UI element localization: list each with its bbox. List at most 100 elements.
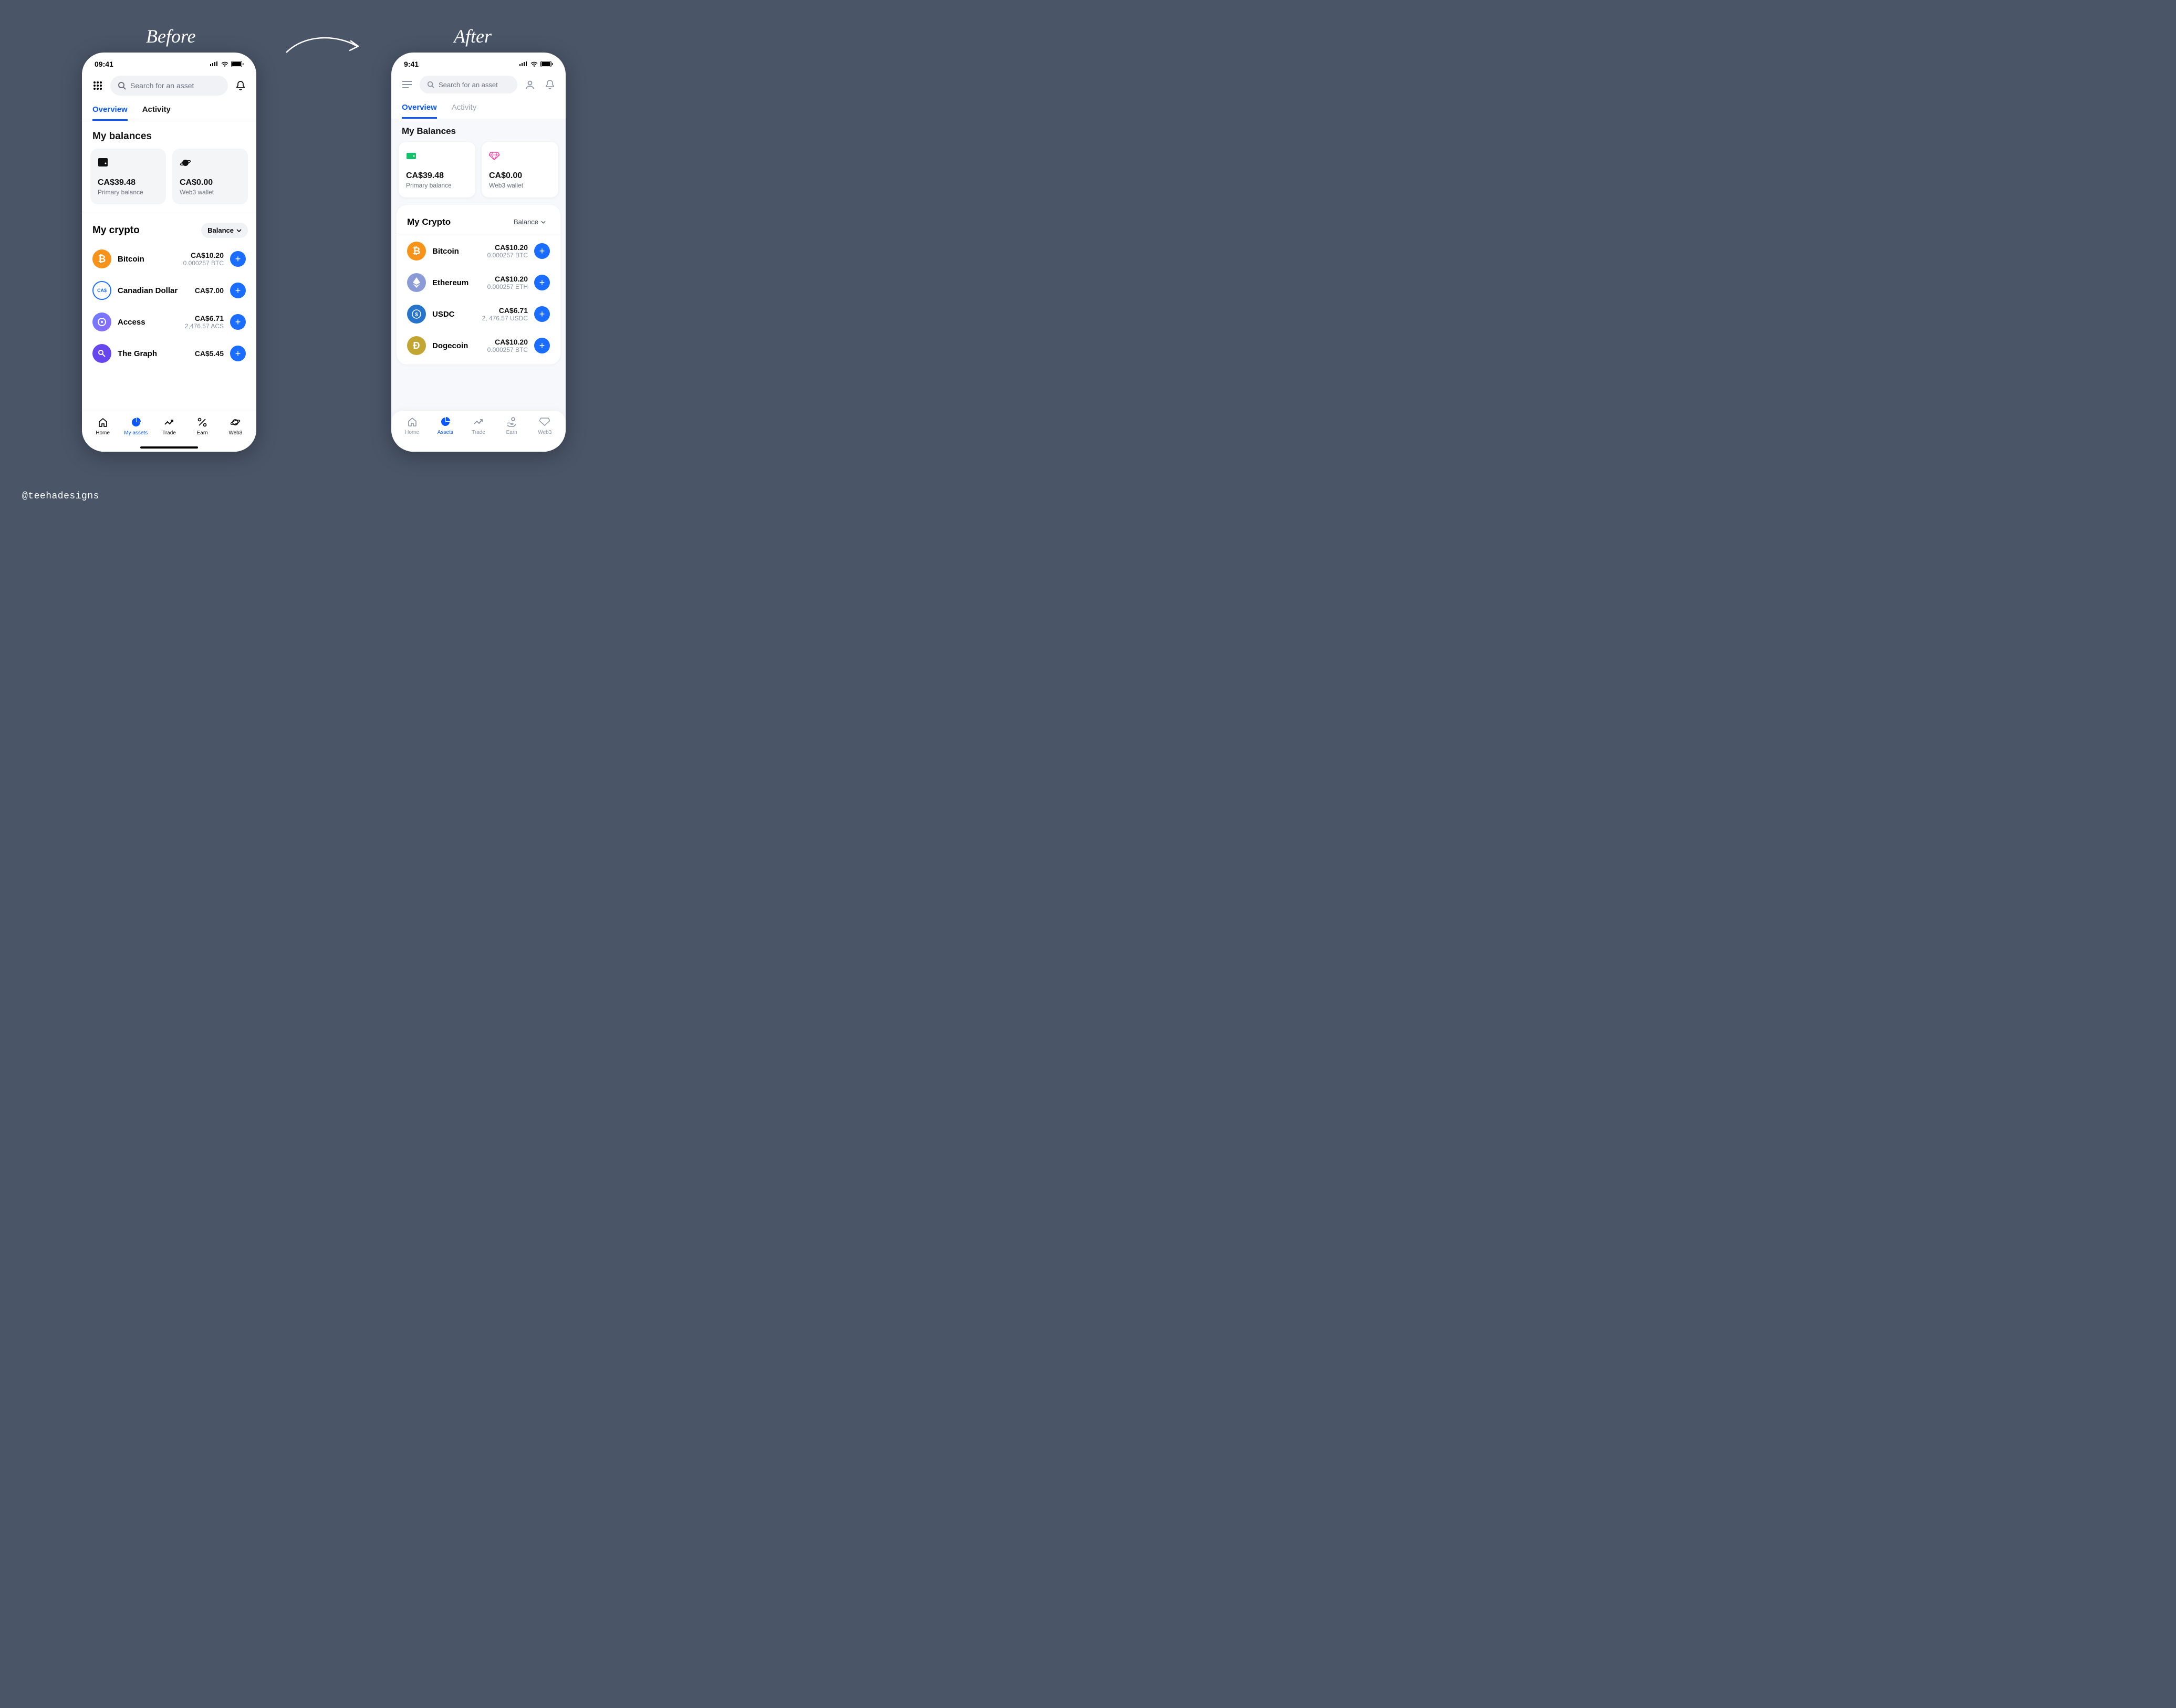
- asset-fiat: CA$10.20: [487, 275, 528, 283]
- status-icons: [210, 61, 244, 67]
- svg-text:$: $: [415, 312, 418, 318]
- status-icons: [519, 61, 553, 67]
- asset-fiat: CA$10.20: [183, 251, 224, 259]
- crypto-title: My Crypto: [407, 217, 451, 227]
- asset-sub: 2,476.57 ACS: [185, 322, 224, 330]
- nav-label: Trade: [472, 430, 485, 435]
- balance-dropdown-label: Balance: [514, 218, 538, 226]
- planet-icon: [230, 416, 241, 428]
- nav-home[interactable]: Home: [88, 416, 118, 452]
- hand-coin-icon: [506, 416, 517, 428]
- search-input[interactable]: Search for an asset: [420, 76, 517, 93]
- balance-card-primary[interactable]: CA$39.48 Primary balance: [90, 149, 166, 204]
- tabs: Overview Activity: [82, 100, 256, 121]
- hamburger-icon[interactable]: [400, 77, 414, 92]
- balance-amount: CA$0.00: [489, 171, 551, 181]
- nav-label: Earn: [197, 430, 208, 436]
- before-label: Before: [146, 25, 196, 47]
- asset-values: CA$5.45: [195, 349, 224, 358]
- add-button[interactable]: +: [230, 283, 246, 298]
- nav-label: Web3: [228, 430, 242, 436]
- asset-values: CA$7.00: [195, 286, 224, 295]
- tab-overview[interactable]: Overview: [92, 105, 128, 121]
- diamond-icon: [489, 150, 551, 162]
- nav-home[interactable]: Home: [398, 416, 427, 452]
- balance-amount: CA$39.48: [406, 171, 468, 181]
- nav-label: Assets: [438, 430, 453, 435]
- add-button[interactable]: +: [534, 338, 550, 353]
- asset-fiat: CA$10.20: [487, 243, 528, 252]
- search-icon: [427, 81, 434, 88]
- planet-icon: [180, 157, 241, 169]
- tab-activity[interactable]: Activity: [142, 105, 171, 121]
- bell-icon[interactable]: [543, 77, 557, 92]
- search-placeholder: Search for an asset: [439, 81, 498, 89]
- add-button[interactable]: +: [534, 243, 550, 259]
- asset-row-dogecoin[interactable]: Ð Dogecoin CA$10.20 0.000257 BTC +: [405, 330, 552, 361]
- crypto-header: My crypto Balance: [82, 213, 256, 243]
- bitcoin-icon: ₿: [407, 242, 426, 261]
- balance-card-web3[interactable]: CA$0.00 Web3 wallet: [482, 142, 558, 197]
- bottom-nav: Home My assets Trade Earn Web3: [82, 411, 256, 452]
- asset-sub: 0.000257 BTC: [487, 346, 528, 353]
- add-button[interactable]: +: [534, 306, 550, 322]
- asset-row-bitcoin[interactable]: ₿ Bitcoin CA$10.20 0.000257 BTC +: [405, 235, 552, 267]
- cad-icon: CA$: [92, 281, 111, 300]
- nav-assets[interactable]: Assets: [431, 416, 460, 452]
- tab-activity[interactable]: Activity: [452, 103, 477, 119]
- asset-row-bitcoin[interactable]: ₿ Bitcoin CA$10.20 0.000257 BTC +: [90, 243, 248, 275]
- balance-dropdown[interactable]: Balance: [201, 223, 248, 238]
- add-button[interactable]: +: [230, 314, 246, 330]
- balance-card-primary[interactable]: CA$39.48 Primary balance: [399, 142, 475, 197]
- credit-label: @teehadesigns: [22, 491, 99, 502]
- crypto-sheet: My Crypto Balance ₿ Bitcoin CA$10.20: [397, 205, 560, 364]
- asset-row-ethereum[interactable]: Ethereum CA$10.20 0.000257 ETH +: [405, 267, 552, 298]
- bottom-nav: Home Assets Trade Earn Web3: [391, 411, 566, 452]
- status-time: 9:41: [404, 60, 419, 68]
- grid-menu-icon[interactable]: [90, 78, 105, 93]
- add-button[interactable]: +: [230, 346, 246, 361]
- balance-card-web3[interactable]: CA$0.00 Web3 wallet: [172, 149, 248, 204]
- chevron-down-icon: [236, 229, 242, 232]
- balance-amount: CA$0.00: [180, 178, 241, 188]
- status-bar: 9:41: [391, 53, 566, 71]
- asset-row-access[interactable]: Access CA$6.71 2,476.57 ACS +: [90, 306, 248, 338]
- search-icon: [118, 81, 126, 90]
- asset-values: CA$6.71 2,476.57 ACS: [185, 314, 224, 330]
- nav-label: Web3: [538, 430, 551, 435]
- asset-values: CA$6.71 2, 476.57 USDC: [482, 306, 528, 322]
- asset-values: CA$10.20 0.000257 ETH: [487, 275, 528, 290]
- asset-name: Canadian Dollar: [118, 286, 189, 295]
- asset-name: Dogecoin: [432, 341, 481, 350]
- profile-icon[interactable]: [523, 77, 537, 92]
- access-icon: [92, 313, 111, 331]
- bitcoin-icon: ₿: [92, 249, 111, 268]
- search-input[interactable]: Search for an asset: [110, 76, 228, 96]
- home-icon: [407, 416, 418, 428]
- add-button[interactable]: +: [230, 251, 246, 267]
- graph-icon: [92, 344, 111, 363]
- add-button[interactable]: +: [534, 275, 550, 290]
- phone-before: 09:41 Search for an asset Overview Activ…: [82, 53, 256, 452]
- nav-earn[interactable]: Earn: [497, 416, 526, 452]
- usdc-icon: $: [407, 305, 426, 324]
- nav-label: Trade: [162, 430, 176, 436]
- bell-icon[interactable]: [233, 78, 248, 93]
- balance-label: Web3 wallet: [489, 182, 551, 189]
- balances-row: CA$39.48 Primary balance CA$0.00 Web3 wa…: [82, 149, 256, 213]
- nav-trade[interactable]: Trade: [464, 416, 493, 452]
- balances-title: My balances: [82, 121, 256, 149]
- nav-web3[interactable]: Web3: [221, 416, 250, 452]
- nav-web3[interactable]: Web3: [530, 416, 559, 452]
- balance-dropdown[interactable]: Balance: [507, 214, 552, 230]
- trend-icon: [163, 416, 175, 428]
- asset-name: Bitcoin: [432, 247, 481, 256]
- asset-sub: 0.000257 BTC: [487, 252, 528, 259]
- asset-row-usdc[interactable]: $ USDC CA$6.71 2, 476.57 USDC +: [405, 298, 552, 330]
- asset-sub: 0.000257 ETH: [487, 283, 528, 290]
- asset-row-cad[interactable]: CA$ Canadian Dollar CA$7.00 +: [90, 275, 248, 306]
- tab-overview[interactable]: Overview: [402, 103, 437, 119]
- asset-values: CA$10.20 0.000257 BTC: [487, 243, 528, 259]
- asset-row-graph[interactable]: The Graph CA$5.45 +: [90, 338, 248, 369]
- tabs: Overview Activity: [391, 98, 566, 119]
